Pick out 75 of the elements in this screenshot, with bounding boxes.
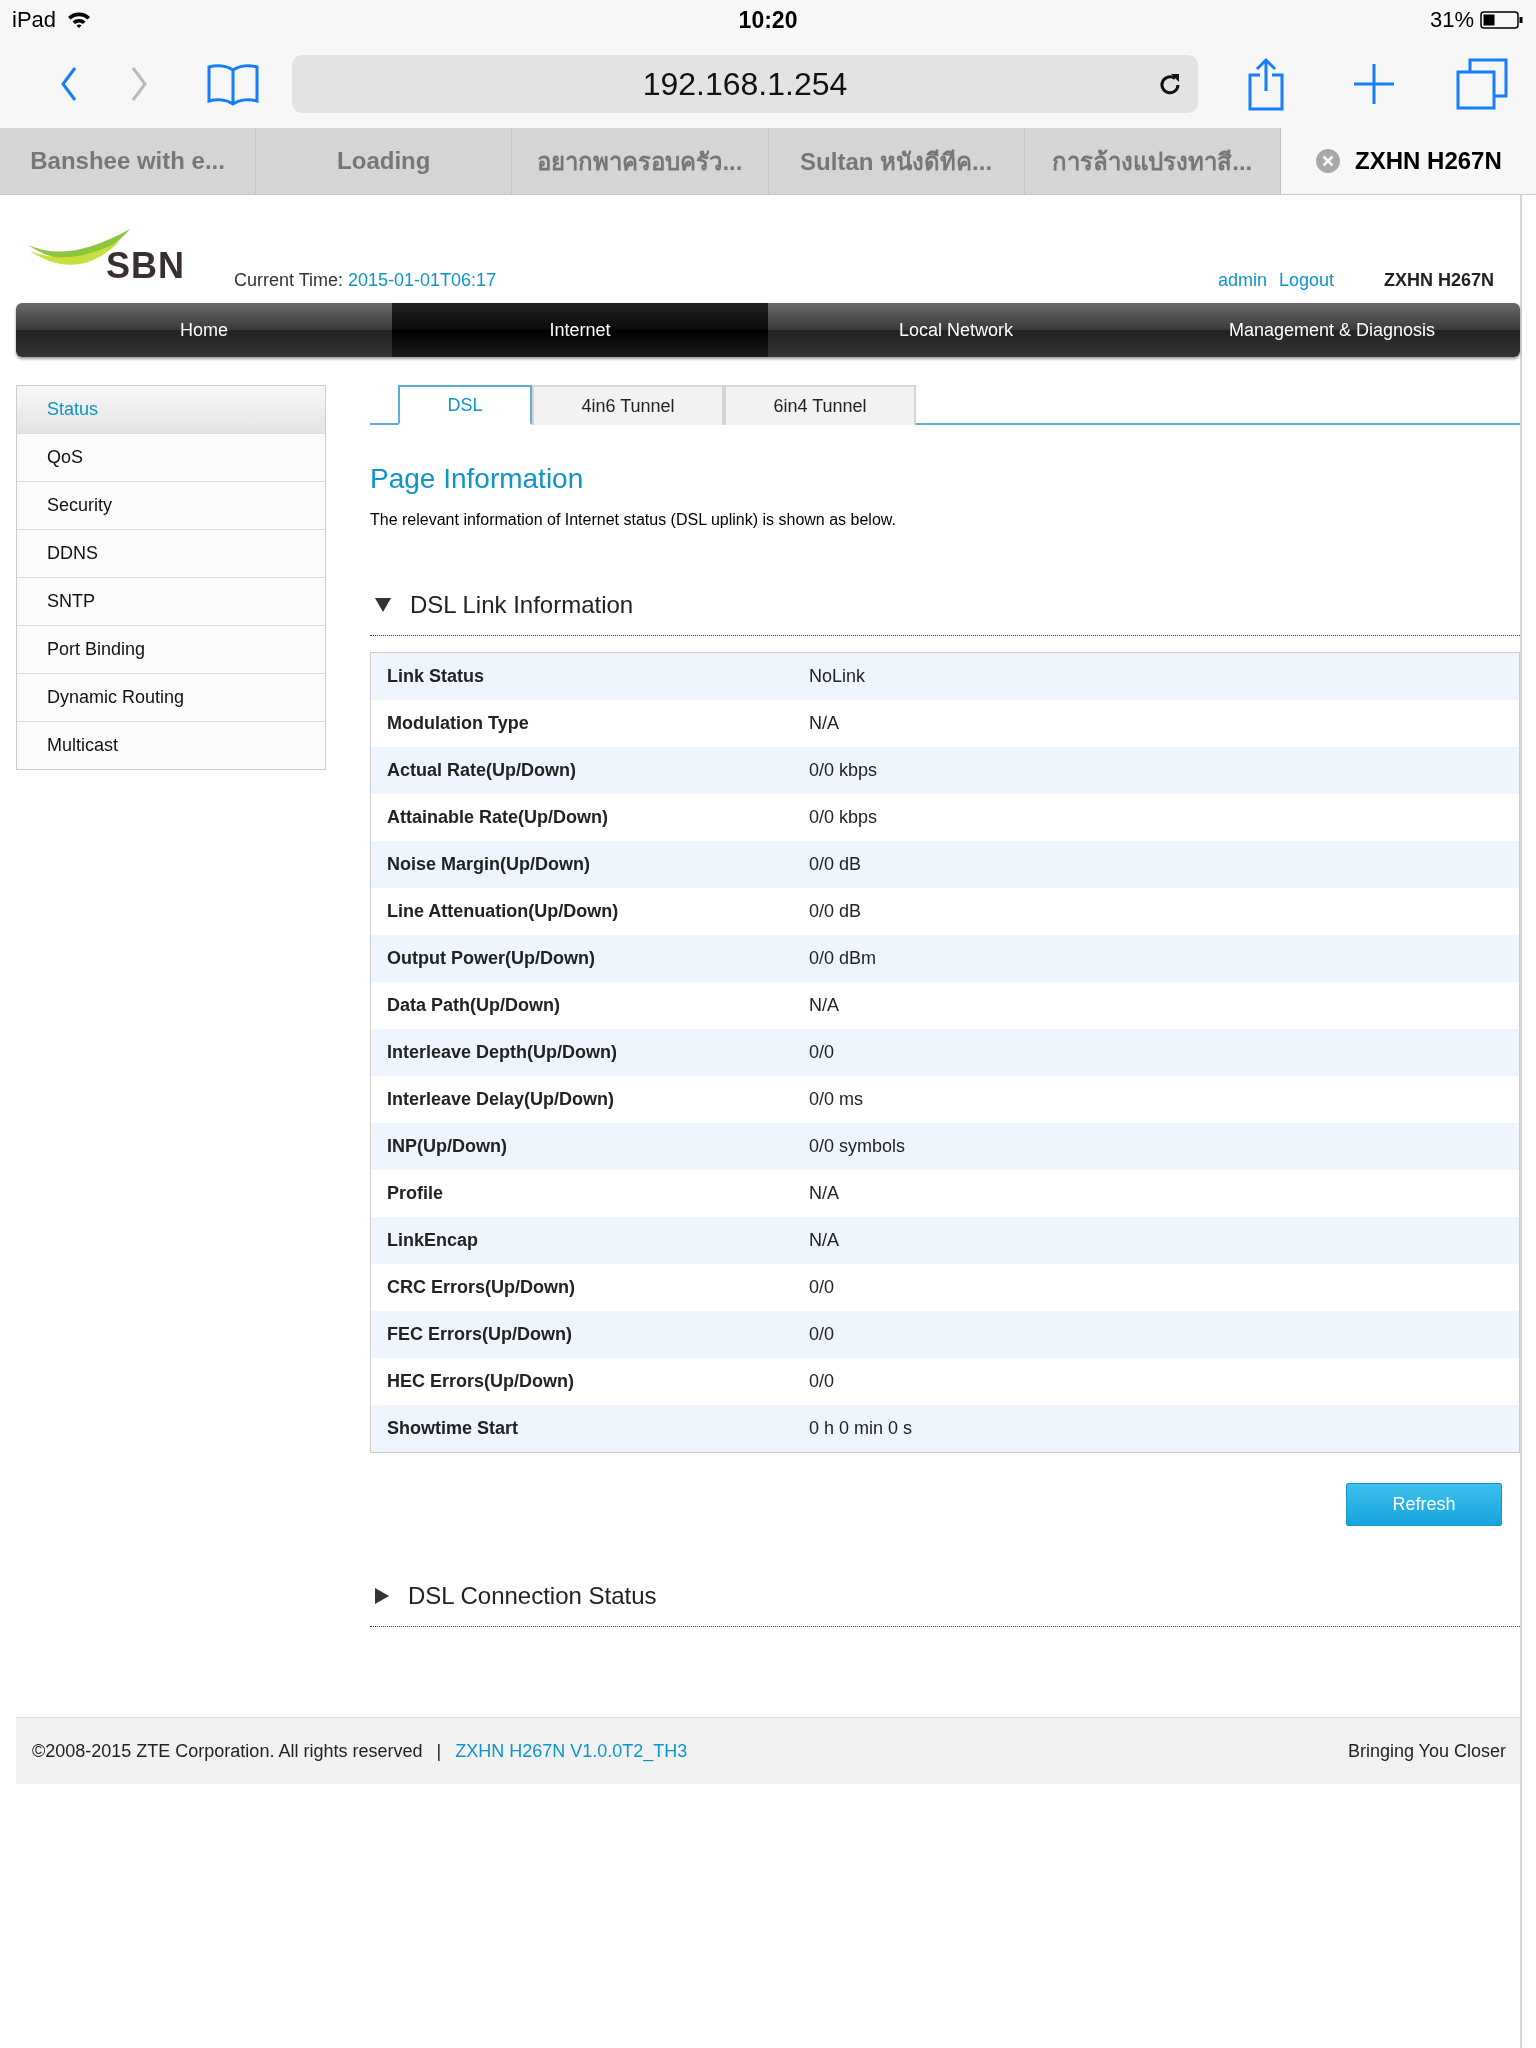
field-value: NoLink xyxy=(793,652,1520,700)
field-label: LinkEncap xyxy=(370,1217,793,1264)
page-title: Page Information xyxy=(370,463,585,495)
clock-time: 10:20 xyxy=(738,6,798,34)
copyright-text: ©2008-2015 ZTE Corporation. All rights reserved xyxy=(32,1740,423,1762)
field-label: CRC Errors(Up/Down) xyxy=(370,1264,793,1311)
field-label: Profile xyxy=(370,1170,793,1217)
field-label: Data Path(Up/Down) xyxy=(370,982,793,1029)
field-label: Interleave Delay(Up/Down) xyxy=(370,1076,793,1123)
separator: | xyxy=(436,1740,442,1762)
field-label: Output Power(Up/Down) xyxy=(370,935,793,982)
field-value: 0/0 dB xyxy=(793,888,1520,935)
field-value: 0/0 xyxy=(793,1311,1520,1358)
field-value: 0/0 kbps xyxy=(793,794,1520,841)
field-value: N/A xyxy=(793,700,1520,747)
expand-icon[interactable] xyxy=(374,1587,390,1605)
field-label: Interleave Depth(Up/Down) xyxy=(370,1029,793,1076)
section-header[interactable]: DSL Link Information xyxy=(370,575,1520,636)
address-bar[interactable]: 192.168.1.254 xyxy=(292,55,1198,113)
field-label: INP(Up/Down) xyxy=(370,1123,793,1170)
field-value: N/A xyxy=(793,982,1520,1029)
browser-tab[interactable]: ZXHN H267N xyxy=(1280,128,1536,194)
field-value: 0/0 ms xyxy=(793,1076,1520,1123)
tab[interactable]: 6in4 Tunnel xyxy=(724,385,916,425)
device-name: iPad xyxy=(12,7,57,33)
collapse-icon[interactable] xyxy=(374,597,392,613)
sidebar-item[interactable]: Security xyxy=(17,481,325,529)
plus-icon[interactable] xyxy=(1352,62,1396,106)
field-label: Showtime Start xyxy=(370,1405,793,1453)
sidebar-item[interactable]: Dynamic Routing xyxy=(17,673,325,721)
tabs-icon[interactable] xyxy=(1456,58,1508,110)
field-label: Line Attenuation(Up/Down) xyxy=(370,888,793,935)
sidebar-item[interactable]: DDNS xyxy=(17,529,325,577)
share-icon[interactable] xyxy=(1246,57,1286,111)
sidebar-item[interactable]: SNTP xyxy=(17,577,325,625)
battery-percent: 31% xyxy=(1429,7,1474,33)
nav-tab[interactable]: Internet xyxy=(392,303,768,357)
brand-logo: SBN xyxy=(106,245,185,287)
slogan-text: Bringing You Closer xyxy=(1347,1740,1506,1762)
field-value: 0/0 dBm xyxy=(793,935,1520,982)
field-value: 0/0 xyxy=(793,1358,1520,1405)
back-icon[interactable] xyxy=(60,66,78,102)
field-value: 0/0 xyxy=(793,1264,1520,1311)
field-value: N/A xyxy=(793,1170,1520,1217)
nav-tab[interactable]: Home xyxy=(16,303,392,357)
page-description: The relevant information of Internet status (DSL uplink) is shown as below. xyxy=(370,511,897,529)
sidebar-item[interactable]: Port Binding xyxy=(17,625,325,673)
field-value: 0/0 xyxy=(793,1029,1520,1076)
field-value: 0/0 kbps xyxy=(793,747,1520,794)
field-value: 0/0 dB xyxy=(793,841,1520,888)
wifi-icon xyxy=(66,10,93,30)
field-value: 0 h 0 min 0 s xyxy=(793,1405,1520,1453)
nav-tab[interactable]: Management & Diagnosis xyxy=(1144,303,1520,357)
field-label: Actual Rate(Up/Down) xyxy=(370,747,793,794)
sidebar-item[interactable]: Multicast xyxy=(17,721,325,769)
bookmarks-icon[interactable] xyxy=(206,62,260,106)
field-label: Attainable Rate(Up/Down) xyxy=(370,794,793,841)
field-value: 0/0 symbols xyxy=(793,1123,1520,1170)
battery-icon xyxy=(1480,10,1524,30)
admin-link[interactable]: admin xyxy=(1217,270,1267,291)
field-label: Link Status xyxy=(370,652,793,700)
url-text: 192.168.1.254 xyxy=(642,65,848,103)
sidebar-item[interactable]: QoS xyxy=(17,433,325,481)
close-icon[interactable] xyxy=(1315,148,1342,174)
field-label: FEC Errors(Up/Down) xyxy=(370,1311,793,1358)
time-label: Current Time: xyxy=(234,270,344,291)
model-name: ZXHN H267N xyxy=(1383,270,1494,291)
field-label: HEC Errors(Up/Down) xyxy=(370,1358,793,1405)
nav-tab[interactable]: Local Network xyxy=(768,303,1144,357)
field-label: Noise Margin(Up/Down) xyxy=(370,841,793,888)
tab[interactable]: 4in6 Tunnel xyxy=(532,385,724,425)
section-header[interactable]: DSL Connection Status xyxy=(370,1566,1520,1627)
current-time: 2015-01-01T06:17 xyxy=(348,270,497,291)
field-value: N/A xyxy=(793,1217,1520,1264)
field-label: Modulation Type xyxy=(370,700,793,747)
